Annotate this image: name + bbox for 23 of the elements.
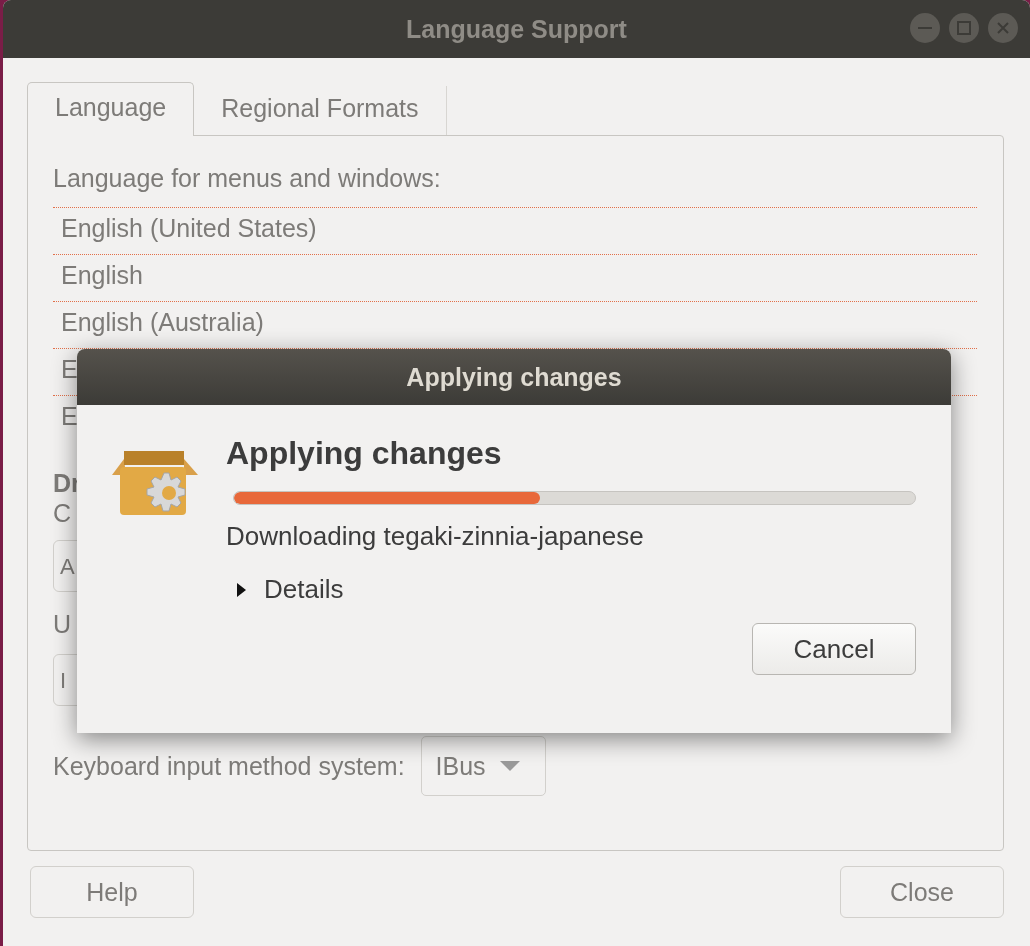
dialog-button[interactable]: Help — [30, 866, 194, 918]
window-title: Language Support — [406, 14, 627, 44]
section-label: Dr — [53, 469, 81, 499]
tab[interactable]: Language — [27, 82, 195, 136]
label-text: U — [53, 610, 72, 640]
caret-icon — [499, 761, 520, 771]
minimize-icon[interactable] — [910, 13, 940, 43]
language-item[interactable]: English (United States) — [53, 208, 977, 255]
collapsed-arrow-icon — [236, 582, 246, 597]
section-label: Language for menus and windows: — [53, 164, 441, 194]
dialog-button[interactable]: Close — [840, 866, 1004, 918]
close-icon[interactable] — [988, 13, 1018, 43]
dialog-title: Applying changes — [406, 362, 622, 392]
hint-text: C — [53, 499, 72, 529]
language-item[interactable]: English — [53, 255, 977, 302]
tab[interactable]: Regional Formats — [194, 86, 447, 135]
keyboard-label: Keyboard input method system: — [53, 751, 405, 781]
maximize-icon[interactable] — [949, 13, 979, 43]
details-expander[interactable]: Details — [226, 574, 344, 605]
dialog-heading: Applying changes — [226, 435, 503, 473]
cancel-button[interactable]: Cancel — [752, 623, 916, 675]
input-method-dropdown[interactable]: IBus — [420, 736, 546, 796]
status-text: Downloading tegaki-zinnia-japanese — [226, 521, 645, 552]
